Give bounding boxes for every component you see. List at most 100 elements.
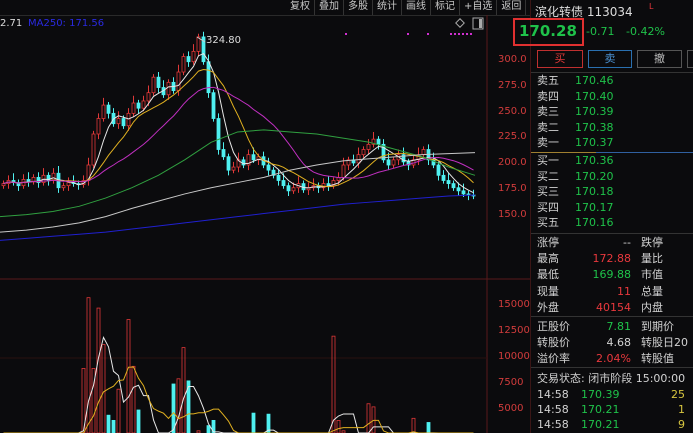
price-change-pct: -0.42% [626, 25, 665, 38]
candle-up [61, 185, 66, 189]
candle-down [136, 102, 141, 109]
quote-panel: 滨化转债 113034 L 170.28 -0.71 -0.42% 买 卖 撤 … [513, 0, 693, 433]
volume-bar [181, 347, 186, 433]
candle-down [446, 180, 451, 184]
candle-down [251, 154, 256, 161]
ask-price: 170.39 [575, 105, 614, 118]
candle-down [456, 187, 461, 192]
candle-down [226, 156, 231, 171]
last-price: 170.28 [519, 22, 577, 40]
ask-price: 170.37 [575, 136, 614, 149]
candle-down [186, 56, 191, 63]
price-axis-label: 250.0 [498, 105, 527, 117]
bid-row[interactable]: 买三 170.18 [537, 184, 693, 199]
volume-bar [336, 419, 341, 433]
candle-down [281, 180, 286, 187]
legend-ma250: MA250: 171.56 [28, 18, 105, 29]
ask-price: 170.46 [575, 74, 614, 87]
price-axis-label: 300.0 [498, 54, 527, 65]
candle-up [96, 118, 101, 135]
ask-row[interactable]: 卖二 170.38 [537, 120, 693, 135]
bid-price: 170.36 [575, 154, 614, 167]
candle-up [116, 118, 121, 125]
volume-bar [426, 422, 431, 433]
volume-bar [106, 414, 111, 433]
magenta-markers [345, 33, 472, 35]
sell-button[interactable]: 卖 [588, 50, 632, 68]
cancel-button[interactable]: 撤 [637, 50, 682, 68]
volume-bar [366, 403, 371, 433]
candle-up [166, 81, 171, 96]
candle-down [276, 174, 281, 181]
tick-row: 14:58 170.21 1 [537, 403, 685, 416]
ma60-line [0, 129, 476, 218]
candle-down [211, 92, 216, 119]
bid-price: 170.20 [575, 169, 614, 183]
bid-row[interactable]: 买五 170.16 [537, 215, 693, 230]
buy-button[interactable]: 买 [537, 50, 583, 68]
high-annotation: 324.80 [206, 35, 241, 46]
volume-bar [116, 388, 121, 433]
candle-down [441, 174, 446, 181]
bid-row[interactable]: 买四 170.17 [537, 200, 693, 215]
candle-up [176, 71, 181, 92]
candle-down [221, 149, 226, 158]
candle-up [146, 92, 151, 102]
candle-down [386, 159, 391, 166]
candle-up [341, 164, 346, 178]
kline-chart[interactable] [0, 0, 530, 433]
candle-down [216, 118, 221, 150]
candle-up [361, 149, 366, 156]
volume-bar [131, 365, 136, 433]
candle-down [106, 104, 111, 114]
more-button[interactable] [687, 50, 693, 68]
ask-price: 170.40 [575, 89, 614, 103]
ask-row[interactable]: 卖一 170.37 [537, 135, 693, 150]
price-axis-label: 175.0 [498, 183, 527, 194]
candle-up [1, 183, 6, 187]
candle-up [366, 143, 371, 150]
candle-down [461, 190, 466, 195]
candle-down [121, 118, 126, 127]
price-axis-label: 225.0 [498, 131, 527, 143]
bid-price: 170.17 [575, 200, 614, 214]
volume-axis-label: 15000 [498, 299, 530, 310]
bid-row[interactable]: 买一 170.36 [537, 153, 693, 168]
volume-bar [206, 425, 211, 433]
tick-row: 14:58 170.21 9 [537, 418, 685, 431]
volume-bar [251, 412, 256, 433]
candle-up [291, 187, 296, 192]
volume-bar [111, 419, 116, 433]
candle-down [156, 76, 161, 88]
candle-up [141, 100, 146, 109]
candle-up [66, 182, 71, 187]
bid-row[interactable]: 买二 170.20 [537, 169, 693, 184]
price-axis-label: 200.0 [498, 157, 527, 169]
stat-row: 最高 172.88 量比 [537, 252, 663, 266]
ask-row[interactable]: 卖五 170.46 [537, 73, 693, 88]
volume-bar [411, 417, 416, 433]
candle-up [231, 166, 236, 171]
candle-up [131, 102, 136, 114]
volume-axis-label: 10000 [498, 351, 530, 362]
ma250-line [0, 194, 476, 241]
diamond-icon[interactable] [455, 18, 465, 28]
legend-value: 2.71 [0, 18, 23, 29]
trade-status: 交易状态: 闭市阶段 15:00:00 [537, 372, 686, 385]
candle-down [436, 164, 441, 176]
book-divider [531, 152, 693, 153]
volume-axis-label: 12500 [498, 325, 530, 336]
candle-up [126, 112, 131, 127]
ask-row[interactable]: 卖三 170.39 [537, 104, 693, 119]
price-axis-label: 150.0 [498, 208, 527, 220]
candle-up [101, 104, 106, 119]
candle-down [286, 185, 291, 192]
flag: L [649, 2, 654, 11]
volume-bar [136, 409, 141, 433]
volume-bar [86, 297, 91, 433]
stat-row: 溢价率 2.04% 转股值 [537, 352, 674, 366]
candle-down [26, 179, 31, 182]
volume-axis-label: 5000 [498, 403, 524, 414]
ask-row[interactable]: 卖四 170.40 [537, 89, 693, 104]
stat-row: 外盘 40154 内盘 [537, 300, 663, 314]
